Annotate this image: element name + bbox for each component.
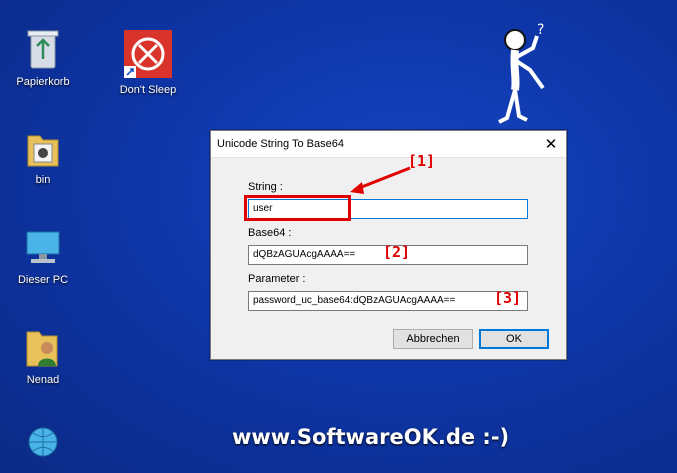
- desktop-icon-network[interactable]: [3, 424, 83, 470]
- stick-figure-icon: ?: [498, 22, 545, 124]
- recycle-bin-icon: [27, 30, 59, 69]
- parameter-output[interactable]: password_uc_base64:dQBzAGUAcgAAAA==: [248, 291, 528, 311]
- computer-icon: [26, 231, 60, 263]
- parameter-label: Parameter :: [248, 273, 306, 285]
- desktop-icon-label: Papierkorb: [16, 76, 70, 88]
- user-folder-icon: [26, 331, 58, 367]
- annotation-arrow-icon: [350, 166, 411, 194]
- dont-sleep-icon: [124, 30, 172, 78]
- ok-button[interactable]: OK: [479, 329, 549, 349]
- desktop-icon-label: bin: [35, 174, 51, 186]
- svg-text:?: ?: [537, 22, 544, 38]
- desktop-icon-recycle-bin[interactable]: Papierkorb: [3, 28, 83, 88]
- desktop-icon-bin[interactable]: bin: [3, 128, 83, 186]
- dialog-titlebar[interactable]: Unicode String To Base64 ✕: [211, 131, 566, 158]
- desktop-icon-label: Don't Sleep: [119, 84, 177, 96]
- annotation-label-1: [1]: [408, 152, 436, 170]
- desktop-icon-this-pc[interactable]: Dieser PC: [3, 228, 83, 286]
- desktop-icon-label: Dieser PC: [17, 274, 69, 286]
- string-highlight-box: [244, 195, 351, 221]
- desktop-icon-nenad[interactable]: Nenad: [3, 326, 83, 386]
- website-watermark: www.SoftwareOK.de :-): [232, 425, 510, 449]
- base64-label: Base64 :: [248, 227, 292, 239]
- annotation-label-3: [3]: [494, 289, 522, 307]
- folder-icon: [27, 135, 59, 167]
- network-icon: [28, 427, 58, 457]
- string-label: String :: [248, 181, 283, 193]
- annotation-label-2: [2]: [383, 243, 411, 261]
- close-icon[interactable]: ✕: [536, 131, 566, 157]
- desktop-icon-dont-sleep[interactable]: Don't Sleep: [108, 30, 188, 96]
- desktop-icon-label: Nenad: [26, 374, 60, 386]
- cancel-button[interactable]: Abbrechen: [393, 329, 473, 349]
- dialog-title: Unicode String To Base64: [217, 138, 344, 150]
